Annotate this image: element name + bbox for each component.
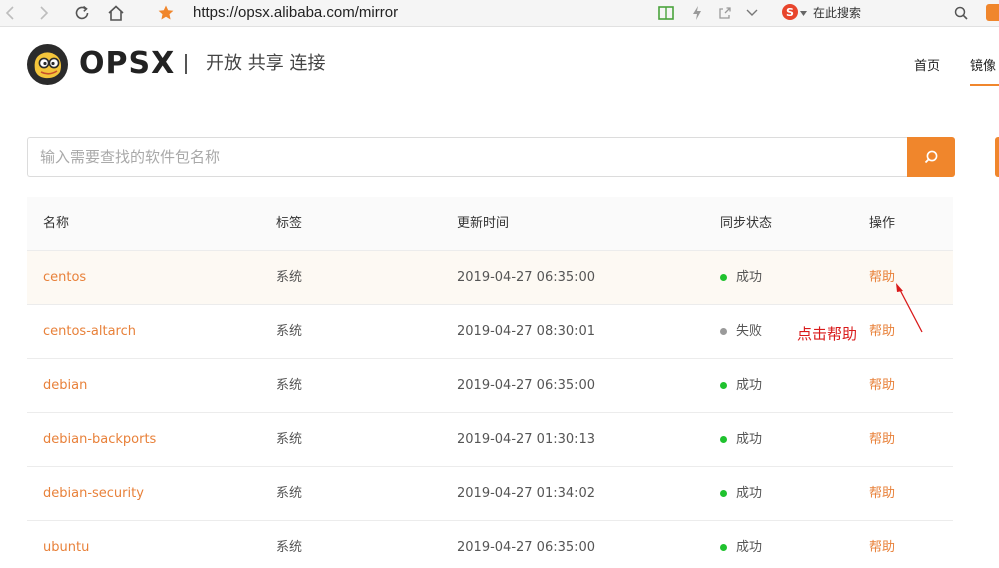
mirror-status: 成功: [720, 521, 762, 568]
header-status: 同步状态: [720, 216, 773, 231]
mirror-name-link[interactable]: centos: [43, 251, 86, 304]
mirror-updated: 2019-04-27 06:35:00: [457, 270, 596, 285]
annotation-arrow-icon: [896, 283, 923, 333]
status-text: 失败: [736, 324, 763, 339]
mirror-status: 成功: [720, 467, 762, 520]
nav-home[interactable]: 首页: [914, 58, 940, 76]
search-icon: [924, 150, 938, 164]
brand-name[interactable]: OPSX: [79, 44, 175, 84]
status-text: 成功: [736, 432, 763, 447]
status-text: 成功: [736, 540, 763, 555]
status-dot-icon: [720, 490, 727, 497]
sogou-logo-icon[interactable]: S: [782, 4, 798, 20]
magnifier-icon[interactable]: [953, 3, 969, 23]
mirror-updated: 2019-04-27 01:34:02: [457, 486, 596, 501]
extension-icon[interactable]: [986, 4, 999, 21]
mirror-table: 名称 标签 更新时间 同步状态 操作 centos 系统 2019-04-27 …: [27, 197, 953, 568]
share-icon[interactable]: [717, 3, 733, 23]
table-row: debian-security 系统 2019-04-27 01:34:02 成…: [27, 467, 953, 521]
status-text: 成功: [736, 378, 763, 393]
mirror-status: 成功: [720, 251, 762, 304]
nav-mirror[interactable]: 镜像: [970, 58, 996, 76]
mirror-tag: 系统: [276, 540, 303, 555]
header-updated: 更新时间: [457, 216, 510, 231]
mirror-name-link[interactable]: debian: [43, 359, 87, 412]
mirror-updated: 2019-04-27 01:30:13: [457, 432, 596, 447]
table-row: debian 系统 2019-04-27 06:35:00 成功 帮助: [27, 359, 953, 413]
home-icon[interactable]: [106, 3, 126, 23]
search-box: [27, 137, 908, 177]
browser-search-field[interactable]: 在此搜索: [813, 4, 861, 22]
mirror-status: 成功: [720, 413, 762, 466]
side-action-button[interactable]: [995, 137, 999, 177]
mirror-tag: 系统: [276, 432, 303, 447]
reload-icon[interactable]: [72, 3, 92, 23]
mirror-updated: 2019-04-27 08:30:01: [457, 324, 596, 339]
mirror-tag: 系统: [276, 270, 303, 285]
search-input[interactable]: [28, 138, 908, 176]
brand-slogan: 开放 共享 连接: [206, 53, 326, 74]
help-link[interactable]: 帮助: [869, 359, 895, 412]
help-link[interactable]: 帮助: [869, 467, 895, 520]
mirror-tag: 系统: [276, 324, 303, 339]
mirror-name-link[interactable]: ubuntu: [43, 521, 89, 568]
forward-icon[interactable]: [36, 3, 52, 23]
help-link[interactable]: 帮助: [869, 521, 895, 568]
status-text: 成功: [736, 486, 763, 501]
mirror-name-link[interactable]: debian-backports: [43, 413, 156, 466]
status-dot-icon: [720, 382, 727, 389]
address-bar[interactable]: https://opsx.alibaba.com/mirror: [193, 3, 398, 23]
mirror-name-link[interactable]: centos-altarch: [43, 305, 136, 358]
table-row: ubuntu 系统 2019-04-27 06:35:00 成功 帮助: [27, 521, 953, 568]
table-header: 名称 标签 更新时间 同步状态 操作: [27, 197, 953, 251]
back-icon[interactable]: [2, 3, 18, 23]
mirror-updated: 2019-04-27 06:35:00: [457, 378, 596, 393]
mirror-updated: 2019-04-27 06:35:00: [457, 540, 596, 555]
search-button[interactable]: [907, 137, 955, 177]
status-dot-icon: [720, 274, 727, 281]
annotation-label: 点击帮助: [797, 325, 858, 343]
header-tag: 标签: [276, 216, 303, 231]
browser-toolbar: https://opsx.alibaba.com/mirror S 在此搜索: [0, 0, 999, 27]
brand-divider: [185, 54, 187, 74]
lightning-icon[interactable]: [690, 3, 704, 23]
status-dot-icon: [720, 328, 727, 335]
help-link[interactable]: 帮助: [869, 413, 895, 466]
mirror-name-link[interactable]: debian-security: [43, 467, 144, 520]
table-row: centos 系统 2019-04-27 06:35:00 成功 帮助: [27, 251, 953, 305]
table-row: debian-backports 系统 2019-04-27 01:30:13 …: [27, 413, 953, 467]
reader-mode-icon[interactable]: [657, 3, 675, 23]
status-dot-icon: [720, 544, 727, 551]
mirror-tag: 系统: [276, 378, 303, 393]
mirror-tag: 系统: [276, 486, 303, 501]
status-dot-icon: [720, 436, 727, 443]
logo-icon[interactable]: [27, 44, 68, 85]
nav-active-indicator: [970, 84, 999, 86]
header-action: 操作: [869, 216, 896, 231]
chevron-down-icon[interactable]: [744, 3, 760, 23]
header-name: 名称: [43, 216, 70, 231]
status-text: 成功: [736, 270, 763, 285]
mirror-status: 成功: [720, 359, 762, 412]
mirror-status: 失败: [720, 305, 762, 358]
engine-dropdown-icon[interactable]: [799, 3, 807, 23]
bookmark-star-icon[interactable]: [156, 3, 176, 23]
